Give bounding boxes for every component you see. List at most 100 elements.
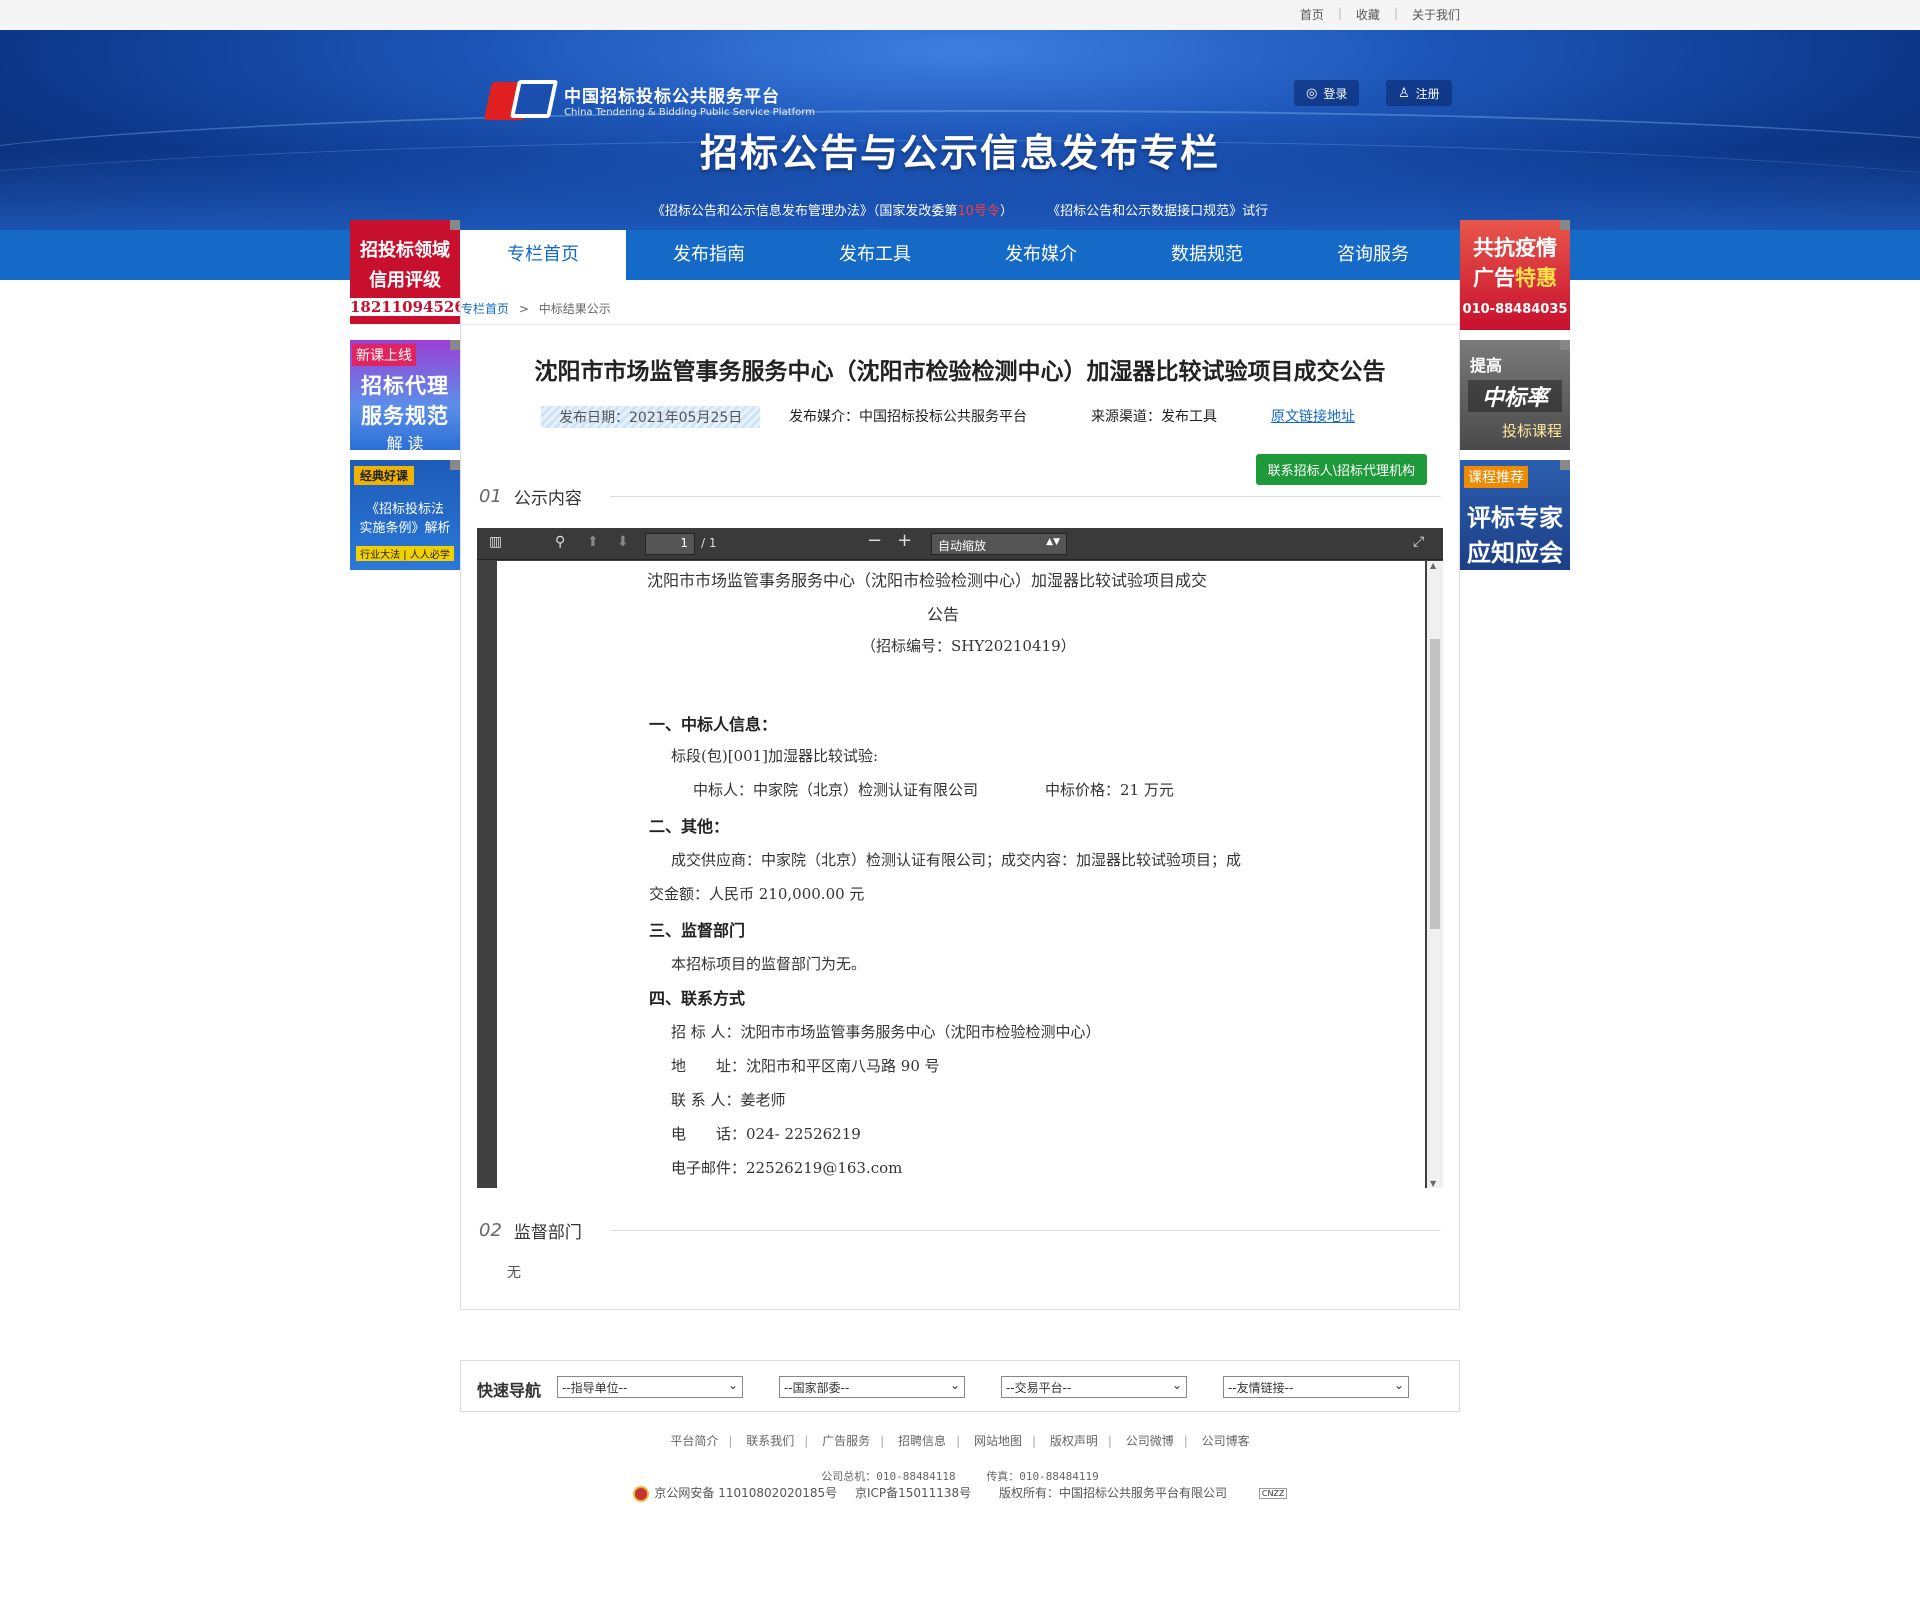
fullscreen-icon[interactable]: ⤢ <box>1413 534 1424 550</box>
ad-text: 招投标领域 <box>360 240 450 261</box>
footer-link[interactable]: 网站地图 <box>974 1434 1022 1448</box>
chevron-down-icon: ⌄ <box>949 1378 960 1392</box>
right-ad-expert-course[interactable]: 课程推荐 评标专家 应知应会 <box>1460 460 1570 570</box>
sub-regulation-close: ） <box>999 204 1013 219</box>
nav-item-tools[interactable]: 发布工具 <box>792 230 958 280</box>
contact-tenderer-button[interactable]: 联系招标人\招标代理机构 <box>1255 454 1427 485</box>
chevron-down-icon: ⌄ <box>1393 1378 1404 1392</box>
separator: | <box>1337 6 1342 20</box>
search-icon[interactable]: ⚲ <box>555 534 565 550</box>
ad-text: 实施条例》解析 <box>359 521 451 536</box>
login-button[interactable]: ◎ 登录 <box>1294 80 1360 106</box>
ad-close-corner[interactable] <box>1560 220 1570 230</box>
scrollbar-thumb[interactable] <box>1430 639 1440 929</box>
footer-link[interactable]: 公司博客 <box>1202 1434 1250 1448</box>
zoom-select[interactable]: 自动缩放 ▲▼ <box>931 533 1067 555</box>
right-ad-bid-course[interactable]: 提高 中标率 投标课程 <box>1460 340 1570 450</box>
footer-icp[interactable]: 京ICP备15011138号 <box>855 1486 971 1500</box>
nav-item-media[interactable]: 发布媒介 <box>958 230 1124 280</box>
nav-item-home[interactable]: 专栏首页 <box>460 230 626 282</box>
ad-close-corner[interactable] <box>450 220 460 230</box>
sub-regulation[interactable]: 《招标公告和公示信息发布管理办法》（国家发改委第 <box>652 204 958 219</box>
ad-text: 服务规范 <box>361 404 449 428</box>
logo-cn-text: 中国招标投标公共服务平台 <box>564 87 780 107</box>
sidebar-toggle-icon[interactable]: ▥ <box>489 534 502 550</box>
breadcrumb-home[interactable]: 专栏首页 <box>461 302 509 316</box>
select-value: --国家部委-- <box>784 1381 850 1395</box>
sub-spec[interactable]: 《招标公告和公示数据接口规范》试行 <box>1047 204 1268 219</box>
ad-text: 《招标投标法 <box>365 502 444 517</box>
ad-close-corner[interactable] <box>450 340 460 350</box>
footer-legal: 京公网安备 11010802020185号 京ICP备15011138号 版权所… <box>0 1484 1920 1502</box>
pdf-heading: 二、其他： <box>649 817 730 836</box>
select-guidance-unit[interactable]: --指导单位-- ⌄ <box>557 1376 743 1398</box>
nav-item-data-spec[interactable]: 数据规范 <box>1124 230 1290 280</box>
top-link-home[interactable]: 首页 <box>1300 6 1324 23</box>
left-ad-credit-rating[interactable]: 招投标领域 信用评级 18211094526 <box>350 220 460 324</box>
select-friend-links[interactable]: --友情链接-- ⌄ <box>1223 1376 1409 1398</box>
cnzz-badge-icon[interactable]: CNZZ <box>1258 1488 1288 1499</box>
page-number-input[interactable]: 1 <box>645 533 695 555</box>
login-label: 登录 <box>1323 86 1348 101</box>
scroll-down-icon[interactable]: ▼ <box>1430 1179 1436 1188</box>
site-logo[interactable]: 中国招标投标公共服务平台 China Tendering & Bidding P… <box>483 78 815 122</box>
ad-text: 招标代理 <box>361 374 449 398</box>
nav-item-guide[interactable]: 发布指南 <box>626 230 792 280</box>
pdf-scrollbar[interactable]: ▲ ▼ <box>1427 561 1443 1188</box>
ad-tag: 课程推荐 <box>1464 466 1528 488</box>
top-link-favorite[interactable]: 收藏 <box>1356 6 1380 23</box>
top-link-about[interactable]: 关于我们 <box>1412 6 1460 23</box>
register-button[interactable]: ♙ 注册 <box>1386 80 1452 106</box>
select-trading-platform[interactable]: --交易平台-- ⌄ <box>1001 1376 1187 1398</box>
pdf-page: 沈阳市市场监管事务服务中心（沈阳市检验检测中心）加湿器比较试验项目成交 公告 （… <box>497 561 1425 1188</box>
publish-date: 发布日期：2021年05月25日 <box>541 406 761 428</box>
section-title: 监督部门 <box>513 1223 582 1243</box>
ad-text: 广告 <box>1473 266 1515 290</box>
footer-link[interactable]: 招聘信息 <box>898 1434 946 1448</box>
quick-nav-label: 快速导航 <box>477 1381 542 1400</box>
footer-link[interactable]: 平台简介 <box>670 1434 718 1448</box>
zoom-out-button[interactable]: − <box>867 530 882 551</box>
select-value: --友情链接-- <box>1228 1381 1294 1395</box>
pdf-title-line: 公告 <box>927 605 960 624</box>
footer-phone: 公司总机：010-88484118 <box>821 1470 956 1483</box>
source-link[interactable]: 原文链接地址 <box>1271 409 1355 425</box>
footer-link[interactable]: 版权声明 <box>1050 1434 1098 1448</box>
footer-contact: 公司总机：010-88484118 传真：010-88484119 <box>0 1468 1920 1484</box>
section-number: 02 <box>479 1220 502 1241</box>
pdf-text: 中标人：中家院（北京）检测认证有限公司 <box>693 781 979 799</box>
register-label: 注册 <box>1415 86 1440 101</box>
zoom-in-button[interactable]: + <box>897 530 912 551</box>
article-container: 专栏首页 > 中标结果公示 沈阳市市场监管事务服务中心（沈阳市检验检测中心）加湿… <box>460 280 1460 1310</box>
banner-subtitle: 《招标公告和公示信息发布管理办法》（国家发改委第10号令） 《招标公告和公示数据… <box>0 200 1920 219</box>
zoom-select-value: 自动缩放 <box>938 539 987 553</box>
left-ad-agency-course[interactable]: 新课上线 招标代理 服务规范 解 读 <box>350 340 460 450</box>
scroll-up-icon[interactable]: ▲ <box>1430 561 1436 570</box>
ad-text: 应知应会 <box>1467 539 1563 567</box>
select-ministry[interactable]: --国家部委-- ⌄ <box>779 1376 965 1398</box>
ad-tag: 经典好课 <box>354 466 415 485</box>
nav-item-consult[interactable]: 咨询服务 <box>1290 230 1456 280</box>
ad-close-corner[interactable] <box>450 460 460 470</box>
pdf-text: 交金额：人民币 210,000.00 元 <box>649 885 865 903</box>
breadcrumb-current[interactable]: 中标结果公示 <box>539 302 611 316</box>
ad-close-corner[interactable] <box>1560 340 1570 350</box>
pdf-heading: 四、联系方式 <box>649 989 746 1008</box>
pdf-text: 中标价格：21 万元 <box>1045 781 1174 799</box>
footer-link[interactable]: 广告服务 <box>822 1434 870 1448</box>
divider <box>609 1230 1441 1231</box>
ad-text: 特惠 <box>1515 266 1557 290</box>
publish-media: 发布媒介：中国招标投标公共服务平台 <box>789 409 1027 425</box>
supervision-text: 无 <box>507 1265 521 1281</box>
main-nav-bar: 专栏首页 发布指南 发布工具 发布媒介 数据规范 咨询服务 <box>0 230 1920 282</box>
footer-link[interactable]: 联系我们 <box>746 1434 794 1448</box>
footer-link[interactable]: 公司微博 <box>1126 1434 1174 1448</box>
right-ad-epidemic[interactable]: 共抗疫情 广告特惠 010-88484035 <box>1460 220 1570 330</box>
previous-page-icon[interactable]: ⬆ <box>587 534 599 550</box>
pdf-viewer: ▥ ⚲ ⬆ ⬇ 1 / 1 − + 自动缩放 ▲▼ ⤢ 沈阳市市场监管事务服务中… <box>477 528 1443 1188</box>
ad-close-corner[interactable] <box>1560 460 1570 470</box>
police-badge-icon <box>632 1485 649 1502</box>
footer-police-record[interactable]: 京公网安备 11010802020185号 <box>654 1486 837 1500</box>
left-ad-law-course[interactable]: 经典好课 《招标投标法 实施条例》解析 行业大法 | 人人必学 <box>350 460 460 570</box>
next-page-icon[interactable]: ⬇ <box>617 534 629 550</box>
